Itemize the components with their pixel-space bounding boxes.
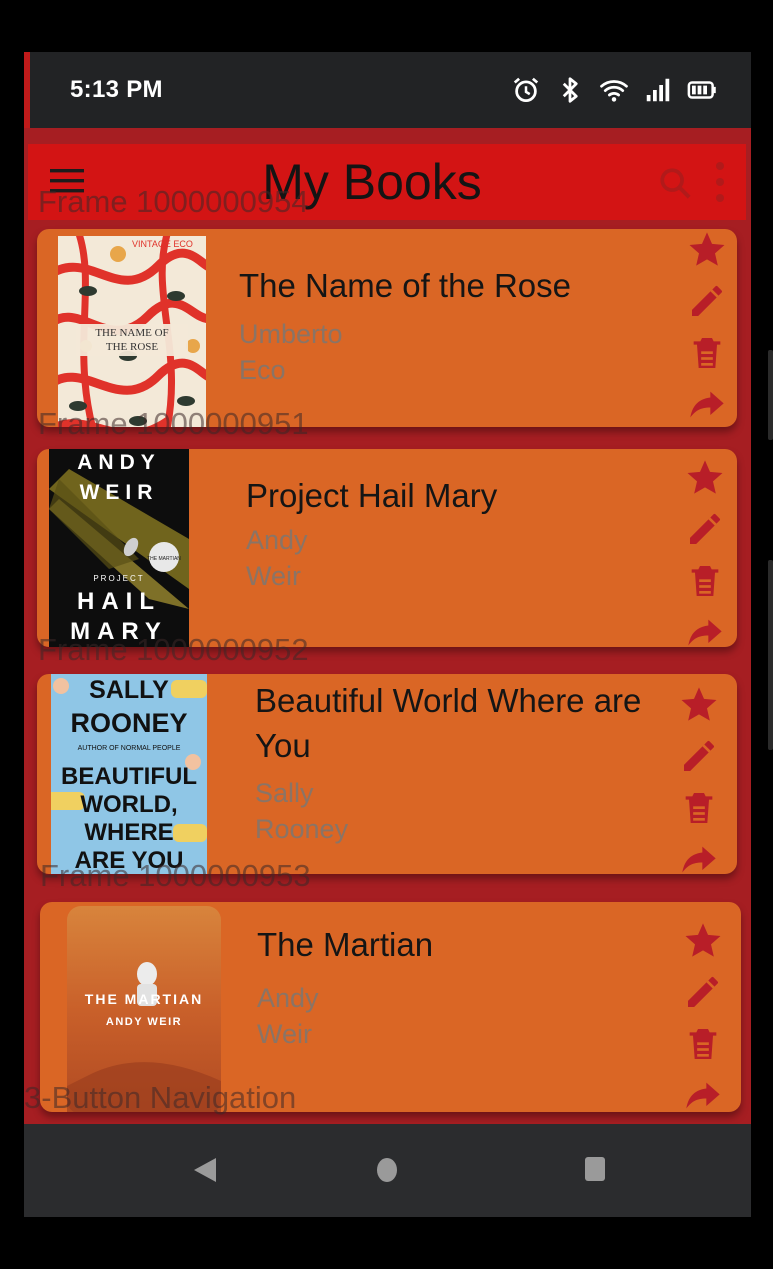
cover-text: MARY: [70, 618, 168, 645]
book-title: The Martian: [257, 926, 434, 963]
status-bar: 5:13 PM: [30, 52, 751, 128]
delete-icon[interactable]: [687, 333, 727, 373]
cellular-signal-icon: [646, 78, 670, 102]
cover-text: ROONEY: [70, 708, 187, 738]
delete-icon[interactable]: [685, 561, 725, 601]
cover-text: SALLY: [89, 676, 169, 704]
cover-text: ARE YOU: [75, 847, 184, 874]
phone-frame: 5:13 PM My Books Frame 1000000954 Frame …: [0, 0, 773, 1269]
author-last-name: Weir: [257, 1019, 313, 1049]
share-icon[interactable]: [683, 1076, 723, 1112]
page-title: My Books: [262, 154, 482, 210]
author-first-name: Umberto: [239, 319, 343, 349]
author-first-name: Andy: [257, 983, 319, 1013]
author-last-name: Eco: [239, 355, 286, 385]
status-time: 5:13 PM: [70, 76, 163, 103]
book-cover: SALLY ROONEY AUTHOR OF NORMAL PEOPLE BEA…: [51, 674, 207, 874]
bluetooth-icon: [562, 77, 578, 103]
star-icon[interactable]: [679, 684, 719, 724]
cover-text: THE NAME OF: [95, 327, 168, 339]
cover-text: ANDY: [77, 451, 161, 474]
star-icon[interactable]: [683, 920, 723, 960]
search-icon[interactable]: [658, 166, 692, 200]
cover-text: WEIR: [80, 481, 159, 504]
cover-text: BEAUTIFUL: [61, 763, 197, 790]
screen-edge: [24, 52, 30, 128]
cover-text: VINTAGE ECO: [132, 239, 193, 249]
edit-icon[interactable]: [683, 972, 723, 1012]
book-card[interactable]: THE MARTIAN ANDY WEIR The Martian Andy W…: [40, 902, 741, 1112]
cover-text: THE MARTIAN: [147, 556, 181, 562]
book-card[interactable]: THE MARTIAN ANDY WEIR PROJECT HAIL MARY …: [37, 449, 737, 647]
share-icon[interactable]: [679, 840, 719, 874]
delete-icon[interactable]: [683, 1024, 723, 1064]
card-actions: [687, 229, 731, 427]
cover-text: PROJECT: [93, 574, 144, 583]
book-title: The Name of the Rose: [239, 267, 571, 304]
author-first-name: Andy: [246, 525, 308, 555]
cover-text: THE MARTIAN: [85, 991, 203, 1007]
wifi-icon: [600, 80, 628, 102]
volume-button: [768, 350, 773, 440]
book-author: Andy Weir: [246, 522, 308, 594]
cover-text: WHERE: [84, 819, 173, 846]
share-icon[interactable]: [687, 385, 727, 425]
book-card[interactable]: VINTAGE ECO THE NAME OF THE ROSE The Nam…: [37, 229, 737, 427]
alarm-icon: [513, 77, 539, 102]
author-last-name: Rooney: [255, 814, 349, 844]
card-actions: [683, 920, 727, 1112]
book-cover: THE MARTIAN ANDY WEIR PROJECT HAIL MARY: [49, 449, 189, 647]
status-icons: [511, 75, 717, 105]
more-vert-icon[interactable]: [714, 160, 726, 204]
navigation-bar: [24, 1124, 751, 1217]
book-author: Sally Rooney: [255, 775, 348, 847]
book-card[interactable]: SALLY ROONEY AUTHOR OF NORMAL PEOPLE BEA…: [37, 674, 737, 874]
cover-text: ANDY WEIR: [106, 1016, 182, 1028]
cover-text: WORLD,: [80, 791, 177, 818]
book-author: Andy Weir: [257, 980, 319, 1052]
screen: 5:13 PM My Books Frame 1000000954 Frame …: [24, 52, 751, 1217]
edit-icon[interactable]: [687, 281, 727, 321]
back-icon[interactable]: [192, 1156, 218, 1184]
cover-text: HAIL: [77, 588, 161, 615]
star-icon[interactable]: [685, 457, 725, 497]
cover-text: THE ROSE: [106, 341, 159, 353]
home-icon[interactable]: [375, 1156, 399, 1184]
star-icon[interactable]: [687, 229, 727, 269]
battery-icon: [687, 81, 716, 99]
author-first-name: Sally: [255, 778, 314, 808]
book-author: Umberto Eco: [239, 316, 343, 388]
cover-text: AUTHOR OF NORMAL PEOPLE: [78, 745, 181, 752]
book-title: Project Hail Mary: [246, 477, 498, 514]
card-actions: [679, 684, 723, 874]
delete-icon[interactable]: [679, 788, 719, 828]
edit-icon[interactable]: [685, 509, 725, 549]
app-bar: My Books: [28, 144, 746, 220]
book-cover: THE MARTIAN ANDY WEIR: [67, 906, 221, 1112]
recents-icon[interactable]: [584, 1156, 606, 1182]
share-icon[interactable]: [685, 613, 725, 647]
power-button: [768, 560, 773, 750]
edit-icon[interactable]: [679, 736, 719, 776]
book-cover: VINTAGE ECO THE NAME OF THE ROSE: [58, 236, 206, 427]
book-title: Beautiful World Where are You: [255, 682, 642, 764]
card-actions: [685, 457, 729, 647]
author-last-name: Weir: [246, 561, 302, 591]
